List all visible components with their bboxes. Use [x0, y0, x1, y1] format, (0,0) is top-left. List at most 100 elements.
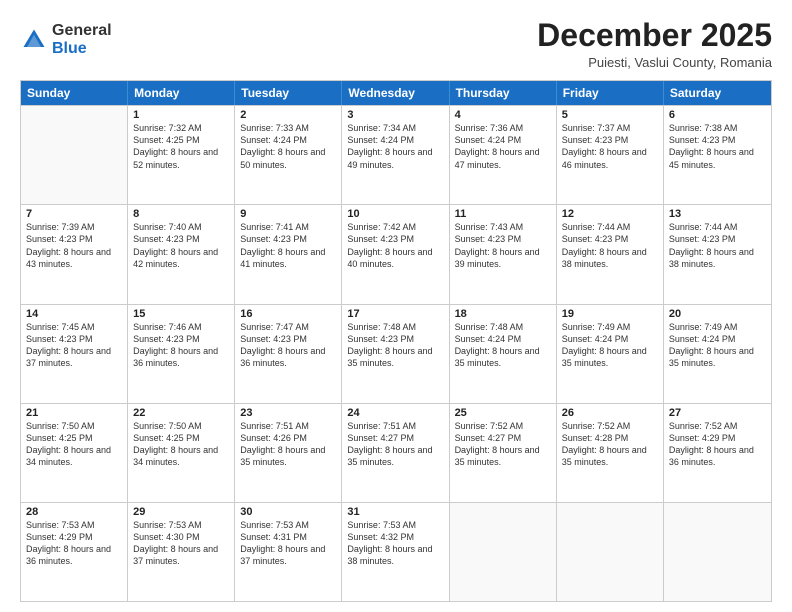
day-info: Sunrise: 7:50 AMSunset: 4:25 PMDaylight:…	[133, 420, 229, 469]
calendar-cell: 5Sunrise: 7:37 AMSunset: 4:23 PMDaylight…	[557, 106, 664, 204]
day-number: 13	[669, 208, 766, 220]
calendar: SundayMondayTuesdayWednesdayThursdayFrid…	[20, 80, 772, 602]
day-info: Sunrise: 7:33 AMSunset: 4:24 PMDaylight:…	[240, 122, 336, 171]
logo-icon	[20, 26, 48, 54]
day-info: Sunrise: 7:52 AMSunset: 4:27 PMDaylight:…	[455, 420, 551, 469]
day-number: 5	[562, 109, 658, 121]
logo: General Blue	[20, 22, 112, 57]
day-number: 3	[347, 109, 443, 121]
day-number: 18	[455, 308, 551, 320]
day-number: 29	[133, 506, 229, 518]
calendar-cell: 11Sunrise: 7:43 AMSunset: 4:23 PMDayligh…	[450, 205, 557, 303]
day-info: Sunrise: 7:36 AMSunset: 4:24 PMDaylight:…	[455, 122, 551, 171]
calendar-header-cell: Thursday	[450, 81, 557, 105]
day-number: 8	[133, 208, 229, 220]
day-number: 30	[240, 506, 336, 518]
day-info: Sunrise: 7:38 AMSunset: 4:23 PMDaylight:…	[669, 122, 766, 171]
month-title: December 2025	[537, 18, 772, 53]
day-info: Sunrise: 7:45 AMSunset: 4:23 PMDaylight:…	[26, 321, 122, 370]
title-block: December 2025 Puiesti, Vaslui County, Ro…	[537, 18, 772, 70]
calendar-cell: 21Sunrise: 7:50 AMSunset: 4:25 PMDayligh…	[21, 404, 128, 502]
calendar-cell: 31Sunrise: 7:53 AMSunset: 4:32 PMDayligh…	[342, 503, 449, 601]
logo-blue: Blue	[52, 40, 112, 58]
location: Puiesti, Vaslui County, Romania	[537, 55, 772, 70]
calendar-cell: 22Sunrise: 7:50 AMSunset: 4:25 PMDayligh…	[128, 404, 235, 502]
day-info: Sunrise: 7:46 AMSunset: 4:23 PMDaylight:…	[133, 321, 229, 370]
calendar-row: 14Sunrise: 7:45 AMSunset: 4:23 PMDayligh…	[21, 304, 771, 403]
day-info: Sunrise: 7:34 AMSunset: 4:24 PMDaylight:…	[347, 122, 443, 171]
calendar-cell: 26Sunrise: 7:52 AMSunset: 4:28 PMDayligh…	[557, 404, 664, 502]
day-info: Sunrise: 7:53 AMSunset: 4:30 PMDaylight:…	[133, 519, 229, 568]
day-number: 24	[347, 407, 443, 419]
day-number: 31	[347, 506, 443, 518]
day-number: 14	[26, 308, 122, 320]
day-number: 11	[455, 208, 551, 220]
calendar-cell: 24Sunrise: 7:51 AMSunset: 4:27 PMDayligh…	[342, 404, 449, 502]
day-number: 1	[133, 109, 229, 121]
day-info: Sunrise: 7:52 AMSunset: 4:28 PMDaylight:…	[562, 420, 658, 469]
header: General Blue December 2025 Puiesti, Vasl…	[20, 18, 772, 70]
calendar-cell: 13Sunrise: 7:44 AMSunset: 4:23 PMDayligh…	[664, 205, 771, 303]
calendar-cell: 3Sunrise: 7:34 AMSunset: 4:24 PMDaylight…	[342, 106, 449, 204]
calendar-header-cell: Tuesday	[235, 81, 342, 105]
calendar-cell: 9Sunrise: 7:41 AMSunset: 4:23 PMDaylight…	[235, 205, 342, 303]
calendar-cell: 1Sunrise: 7:32 AMSunset: 4:25 PMDaylight…	[128, 106, 235, 204]
calendar-cell: 10Sunrise: 7:42 AMSunset: 4:23 PMDayligh…	[342, 205, 449, 303]
day-info: Sunrise: 7:43 AMSunset: 4:23 PMDaylight:…	[455, 221, 551, 270]
day-number: 12	[562, 208, 658, 220]
day-info: Sunrise: 7:49 AMSunset: 4:24 PMDaylight:…	[562, 321, 658, 370]
day-info: Sunrise: 7:32 AMSunset: 4:25 PMDaylight:…	[133, 122, 229, 171]
calendar-header-row: SundayMondayTuesdayWednesdayThursdayFrid…	[21, 81, 771, 105]
day-info: Sunrise: 7:37 AMSunset: 4:23 PMDaylight:…	[562, 122, 658, 171]
day-number: 23	[240, 407, 336, 419]
calendar-cell	[664, 503, 771, 601]
calendar-header-cell: Saturday	[664, 81, 771, 105]
calendar-cell: 4Sunrise: 7:36 AMSunset: 4:24 PMDaylight…	[450, 106, 557, 204]
calendar-cell: 30Sunrise: 7:53 AMSunset: 4:31 PMDayligh…	[235, 503, 342, 601]
calendar-cell: 12Sunrise: 7:44 AMSunset: 4:23 PMDayligh…	[557, 205, 664, 303]
calendar-cell: 6Sunrise: 7:38 AMSunset: 4:23 PMDaylight…	[664, 106, 771, 204]
calendar-cell: 23Sunrise: 7:51 AMSunset: 4:26 PMDayligh…	[235, 404, 342, 502]
calendar-cell: 2Sunrise: 7:33 AMSunset: 4:24 PMDaylight…	[235, 106, 342, 204]
calendar-header-cell: Sunday	[21, 81, 128, 105]
calendar-cell: 16Sunrise: 7:47 AMSunset: 4:23 PMDayligh…	[235, 305, 342, 403]
day-number: 6	[669, 109, 766, 121]
day-info: Sunrise: 7:53 AMSunset: 4:32 PMDaylight:…	[347, 519, 443, 568]
page: General Blue December 2025 Puiesti, Vasl…	[0, 0, 792, 612]
day-number: 2	[240, 109, 336, 121]
day-number: 9	[240, 208, 336, 220]
logo-text: General Blue	[52, 22, 112, 57]
calendar-cell: 8Sunrise: 7:40 AMSunset: 4:23 PMDaylight…	[128, 205, 235, 303]
day-number: 19	[562, 308, 658, 320]
calendar-row: 7Sunrise: 7:39 AMSunset: 4:23 PMDaylight…	[21, 204, 771, 303]
calendar-row: 21 Sunrise: 7:50 AMSunset: 4:25 PMDayligh…	[21, 403, 771, 502]
day-info: Sunrise: 7:42 AMSunset: 4:23 PMDaylight:…	[347, 221, 443, 270]
calendar-cell: 25Sunrise: 7:52 AMSunset: 4:27 PMDayligh…	[450, 404, 557, 502]
day-number: 20	[669, 308, 766, 320]
calendar-cell: 27Sunrise: 7:52 AMSunset: 4:29 PMDayligh…	[664, 404, 771, 502]
calendar-cell: 14Sunrise: 7:45 AMSunset: 4:23 PMDayligh…	[21, 305, 128, 403]
day-number: 17	[347, 308, 443, 320]
day-number: 27	[669, 407, 766, 419]
day-number: 4	[455, 109, 551, 121]
day-info: Sunrise: 7:48 AMSunset: 4:24 PMDaylight:…	[455, 321, 551, 370]
calendar-cell: 15Sunrise: 7:46 AMSunset: 4:23 PMDayligh…	[128, 305, 235, 403]
calendar-cell: 17Sunrise: 7:48 AMSunset: 4:23 PMDayligh…	[342, 305, 449, 403]
day-number: 25	[455, 407, 551, 419]
calendar-cell	[21, 106, 128, 204]
day-number: 7	[26, 208, 122, 220]
calendar-cell	[450, 503, 557, 601]
calendar-cell: 28Sunrise: 7:53 AMSunset: 4:29 PMDayligh…	[21, 503, 128, 601]
day-info: Sunrise: 7:44 AMSunset: 4:23 PMDaylight:…	[669, 221, 766, 270]
day-info: Sunrise: 7:39 AMSunset: 4:23 PMDaylight:…	[26, 221, 122, 270]
day-info: Sunrise: 7:48 AMSunset: 4:23 PMDaylight:…	[347, 321, 443, 370]
calendar-header-cell: Wednesday	[342, 81, 449, 105]
day-number: 28	[26, 506, 122, 518]
calendar-row: 28Sunrise: 7:53 AMSunset: 4:29 PMDayligh…	[21, 502, 771, 601]
calendar-cell: 19Sunrise: 7:49 AMSunset: 4:24 PMDayligh…	[557, 305, 664, 403]
day-info: Sunrise: 7:53 AMSunset: 4:31 PMDaylight:…	[240, 519, 336, 568]
day-number: 21	[26, 407, 122, 419]
calendar-header-cell: Monday	[128, 81, 235, 105]
day-info: Sunrise: 7:44 AMSunset: 4:23 PMDaylight:…	[562, 221, 658, 270]
day-info: Sunrise: 7:52 AMSunset: 4:29 PMDaylight:…	[669, 420, 766, 469]
